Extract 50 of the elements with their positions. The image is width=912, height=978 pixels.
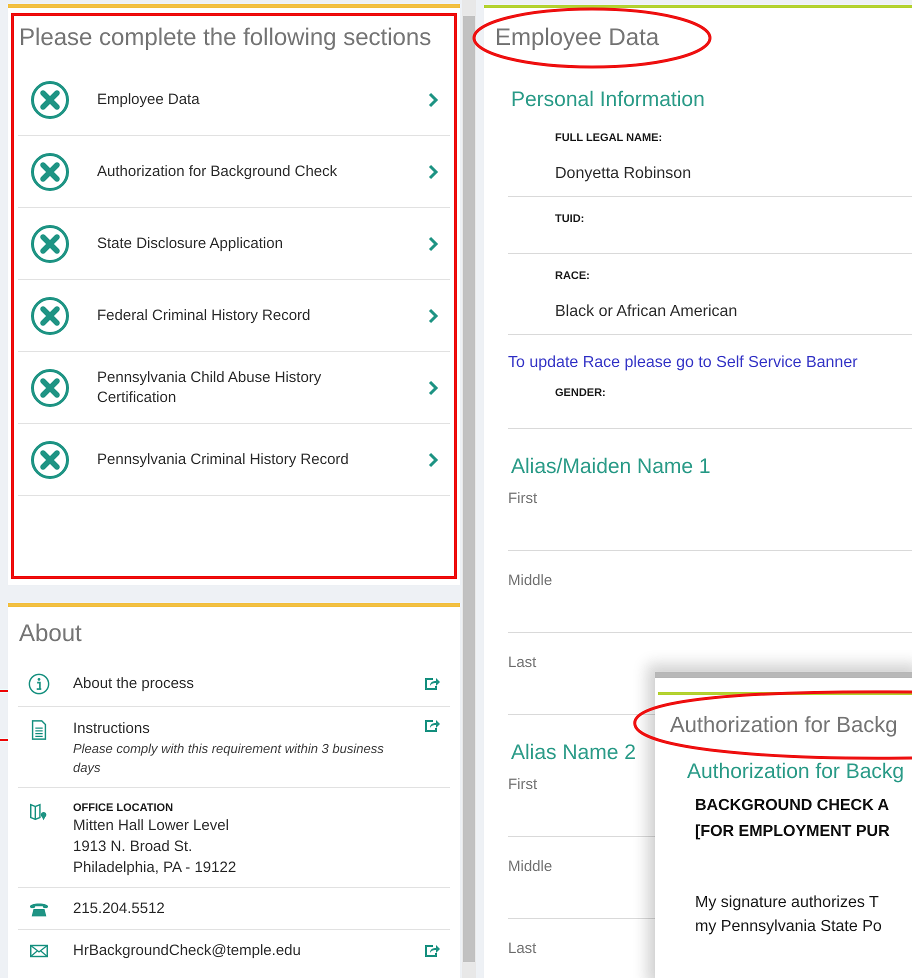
paragraph-line: my Pennsylvania State Po [695,917,883,937]
external-link-icon[interactable] [424,944,440,958]
section-heading: Alias Name 2 [510,740,636,766]
phone-number: 215.204.5512 [73,898,166,918]
field-value: Donyetta Robinson [555,164,692,184]
chevron-right-icon [428,164,438,180]
field-label: FULL LEGAL NAME: [555,131,664,146]
section-item[interactable]: Employee Data [18,64,450,136]
scrollbar[interactable] [462,0,476,978]
section-heading: Personal Information [510,87,705,113]
heading-line: BACKGROUND CHECK A [695,796,890,816]
paragraph-line: My signature authorizes T [695,893,880,913]
heading-line: [FOR EMPLOYMENT PUR [695,822,891,842]
field-value: Black or African American [555,302,738,322]
section-item[interactable]: State Disclosure Application [18,208,450,280]
external-link-icon[interactable] [424,719,440,733]
section-item[interactable]: Pennsylvania Criminal History Record [18,424,450,496]
address-line: Mitten Hall Lower Level [73,816,230,836]
chevron-right-icon [428,380,438,396]
field-label: RACE: [555,269,591,284]
location-heading: OFFICE LOCATION [73,801,174,815]
address-line: 1913 N. Broad St. [73,837,194,857]
field-label: GENDER: [555,386,607,401]
chevron-right-icon [428,308,438,324]
chevron-right-icon [428,236,438,252]
email-link[interactable]: HrBackgroundCheck@temple.edu [73,941,424,961]
field-label: TUID: [555,212,586,227]
section-heading: Authorization for Backg [687,759,906,785]
input-field[interactable]: Middle [508,551,912,633]
about-link[interactable]: About the process [73,674,424,694]
address-line: Philadelphia, PA - 19122 [73,858,238,878]
section-item[interactable]: Federal Criminal History Record [18,280,450,352]
panel-title: About [18,619,83,649]
about-link[interactable]: Instructions [73,719,424,739]
annotation-line [0,690,8,692]
input-field[interactable]: First [508,483,912,551]
panel-title: Employee Data [495,24,660,52]
instructions-note: Please comply with this requirement within 3 business days [73,740,385,777]
panel-title: Please complete the following sections [18,23,432,53]
section-heading: Alias/Maiden Name 1 [510,454,711,480]
scrollbar-thumb[interactable] [463,16,475,962]
section-item[interactable]: Authorization for Background Check [18,136,450,208]
annotation-line [0,739,8,741]
info-icon [28,673,50,695]
chevron-right-icon [428,452,438,468]
chevron-right-icon [428,92,438,108]
dialog-title: Authorization for Backg [670,712,898,738]
external-link-icon[interactable] [424,677,440,691]
section-item[interactable]: Pennsylvania Child Abuse History Certification [18,352,450,424]
update-race-link[interactable]: To update Race please go to Self Service Banner [508,335,858,375]
